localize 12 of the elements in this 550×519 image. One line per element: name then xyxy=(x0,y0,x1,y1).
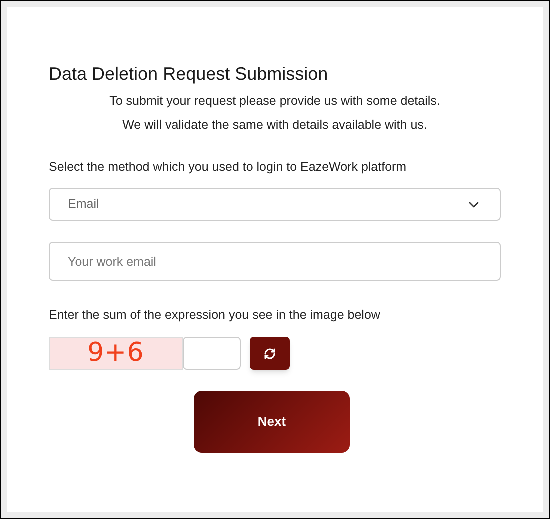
form-title: Data Deletion Request Submission xyxy=(49,63,330,86)
method-select[interactable]: Email xyxy=(49,188,501,221)
method-label: Select the method which you used to login to EazeWork platform xyxy=(49,159,408,176)
refresh-button[interactable] xyxy=(250,337,290,370)
next-button[interactable]: Next xyxy=(194,391,350,453)
captcha-label: Enter the sum of the expression you see in the image below xyxy=(49,307,382,324)
captcha-image: 9+6 xyxy=(49,337,183,370)
refresh-icon xyxy=(264,348,276,360)
intro-text: To submit your request please provide us with some details. xyxy=(110,93,440,110)
email-field[interactable]: Your work email xyxy=(49,242,501,281)
captcha-answer-field[interactable] xyxy=(183,337,241,370)
intro-text: We will validate the same with details available with us. xyxy=(122,117,428,134)
